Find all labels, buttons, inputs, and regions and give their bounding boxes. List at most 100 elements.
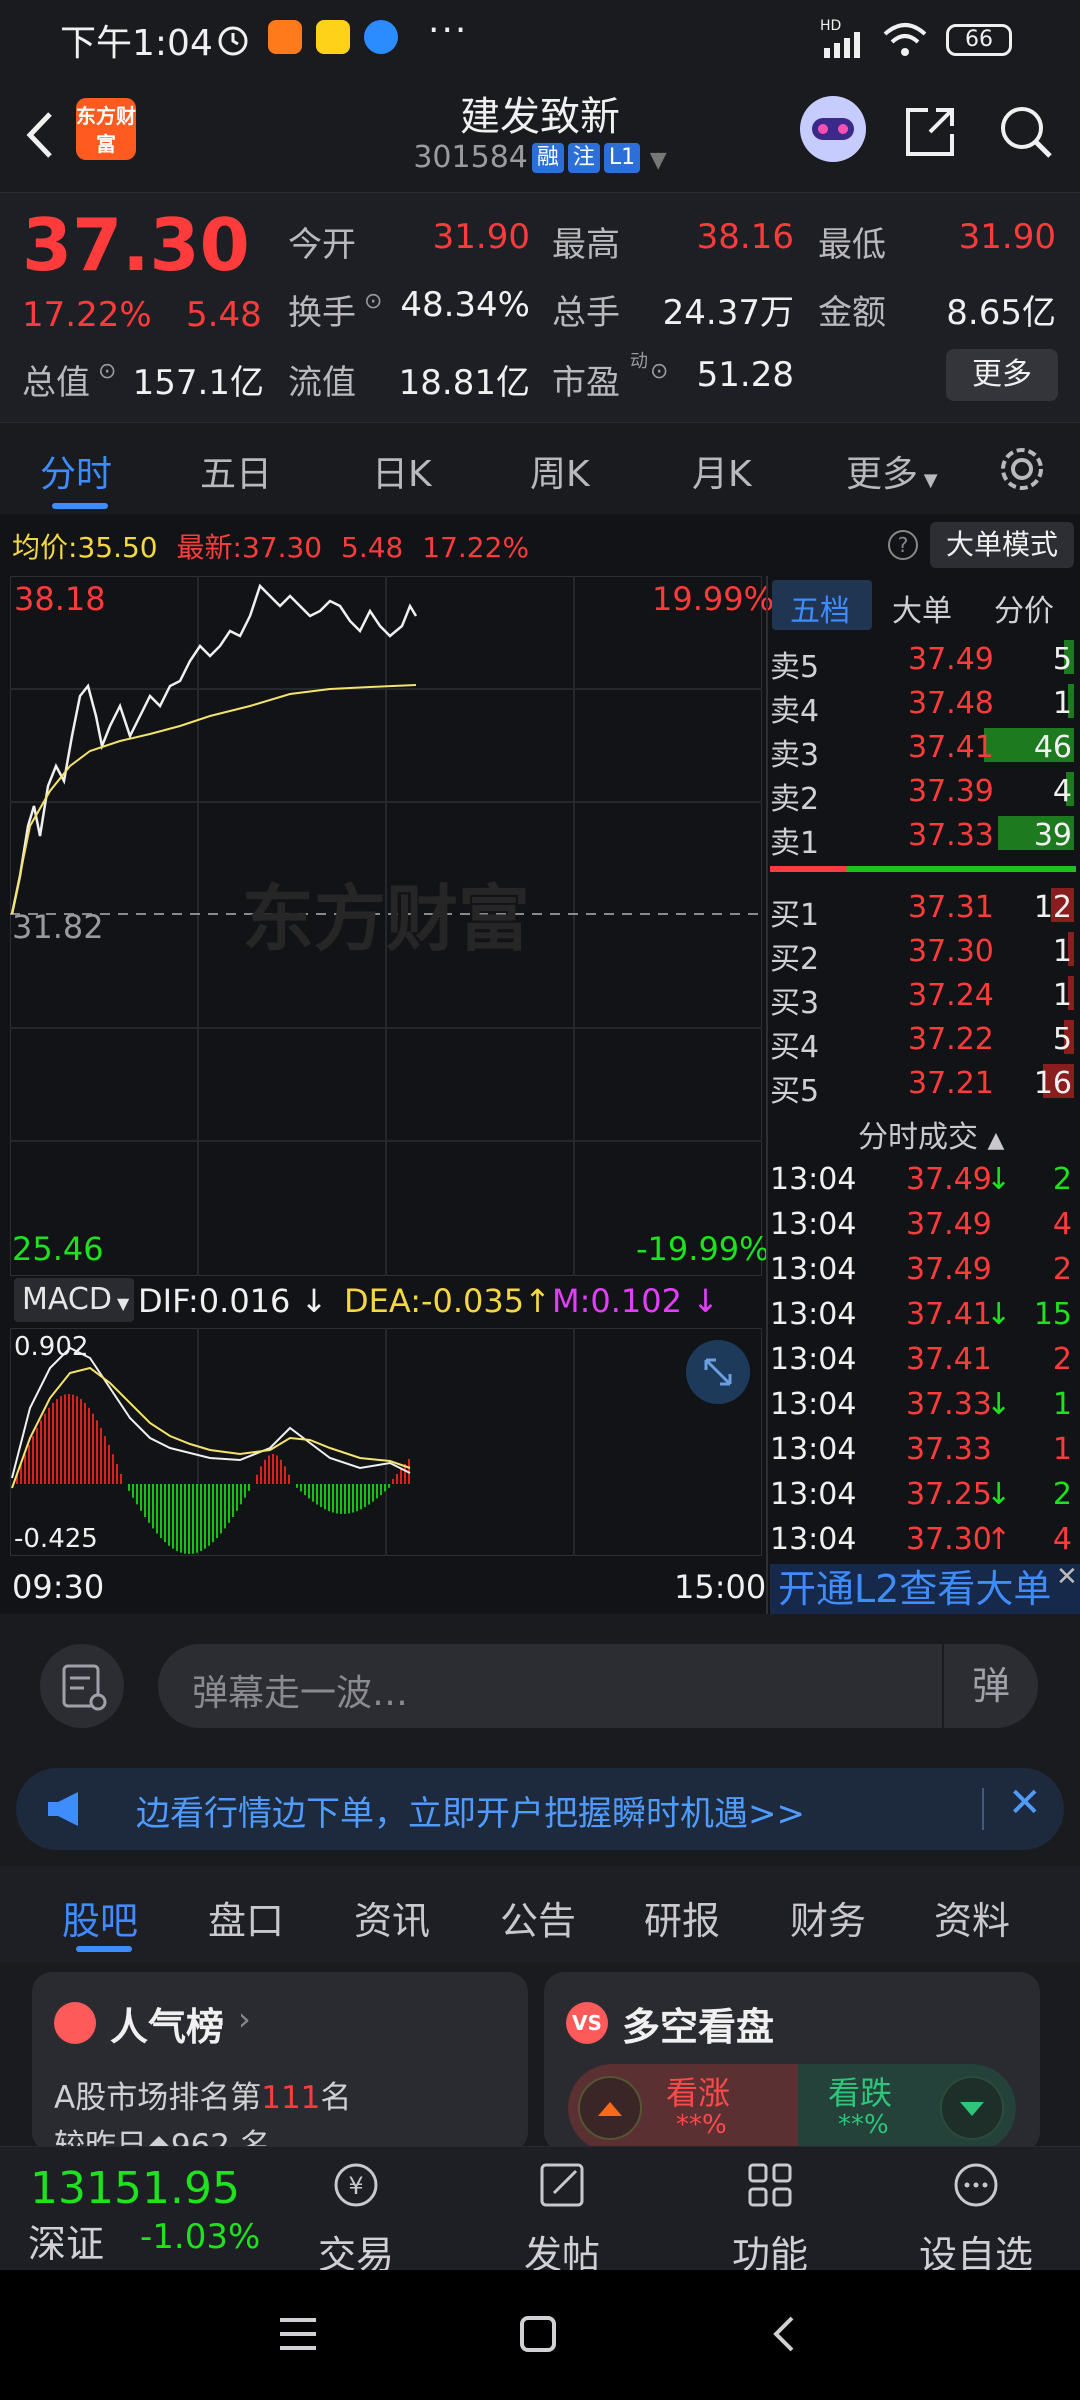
close-icon[interactable]: ✕ xyxy=(1056,1562,1078,1592)
info-icon[interactable]: ⊙ xyxy=(650,359,668,384)
share-icon[interactable] xyxy=(900,102,960,162)
macd-bar xyxy=(96,1420,98,1484)
close-icon[interactable]: ✕ xyxy=(1008,1780,1042,1826)
vote-bull-area[interactable]: 看涨 **% xyxy=(568,2064,798,2152)
rank-number: 111 xyxy=(261,2080,321,2116)
index-change: -1.03% xyxy=(140,2217,261,2257)
functions-button[interactable]: 功能 xyxy=(700,2155,840,2279)
search-icon[interactable] xyxy=(996,102,1056,162)
tab-daily-k[interactable]: 日K xyxy=(372,445,432,497)
danmu-toggle-icon[interactable]: 弹 xyxy=(942,1644,1038,1728)
bull-up-icon[interactable] xyxy=(578,2076,642,2140)
tab-weekly-k[interactable]: 周K xyxy=(530,445,590,497)
sell-level-row[interactable]: 卖1 37.33 39 xyxy=(768,814,1078,861)
tab-news[interactable]: 资讯 xyxy=(354,1890,430,1945)
trade-direction-icon: ↓ xyxy=(986,1477,1012,1512)
buy-level-row[interactable]: 买3 37.24 1 xyxy=(768,974,1078,1021)
time-start: 09:30 xyxy=(12,1568,105,1606)
expand-icon[interactable] xyxy=(686,1340,750,1404)
trade-row: 13:04 37.30 ↑ 4 xyxy=(768,1518,1078,1562)
alarm-icon xyxy=(218,26,248,56)
trades-title[interactable]: 分时成交 ▲ xyxy=(858,1112,1004,1156)
macd-bar xyxy=(148,1484,150,1523)
tab-profile[interactable]: 资料 xyxy=(934,1890,1010,1945)
bull-bear-card[interactable]: VS 多空看盘 看涨 **% 看跌 **% xyxy=(544,1972,1040,2152)
tab-five-day[interactable]: 五日 xyxy=(200,445,272,497)
tab-announcements[interactable]: 公告 xyxy=(500,1890,576,1945)
trade-time: 13:04 xyxy=(770,1162,857,1197)
menu-icon[interactable] xyxy=(276,2314,320,2354)
system-nav-bar xyxy=(0,2270,1080,2400)
settings-gear-icon[interactable] xyxy=(996,443,1048,495)
promo-banner[interactable]: 边看行情边下单，立即开户把握瞬时机遇>> ✕ xyxy=(16,1768,1064,1850)
tab-more[interactable]: 更多 ▼ xyxy=(846,445,938,497)
danmu-list-icon[interactable] xyxy=(40,1644,124,1728)
buy-level-row[interactable]: 买5 37.21 16 xyxy=(768,1062,1078,1109)
macd-bar xyxy=(352,1484,354,1513)
back-nav-icon[interactable] xyxy=(764,2312,804,2356)
grid-icon xyxy=(748,2163,792,2207)
danmu-input[interactable]: 弹幕走一波… 弹 xyxy=(158,1644,1038,1728)
info-icon[interactable]: ⊙ xyxy=(364,289,382,314)
vote-bear-area[interactable]: 看跌 **% xyxy=(798,2064,1016,2152)
m-value: M:0.102 ↓ xyxy=(552,1282,719,1320)
trade-price: 37.30 xyxy=(906,1522,992,1557)
buy-level-volume: 1 xyxy=(1052,978,1072,1013)
chart-area[interactable]: 均价:35.50 最新:37.30 5.48 17.22% ? 大单模式 东方财… xyxy=(0,514,1080,1616)
add-watchlist-button[interactable]: 设自选 xyxy=(906,2155,1046,2279)
tab-handicap[interactable]: 盘口 xyxy=(208,1890,284,1945)
buy-level-row[interactable]: 买2 37.30 1 xyxy=(768,930,1078,977)
tab-research[interactable]: 研报 xyxy=(644,1890,720,1945)
macd-selector[interactable]: MACD ▼ xyxy=(14,1278,134,1322)
macd-bar xyxy=(316,1484,318,1505)
popularity-card[interactable]: 人气榜 › A股市场排名第111名 较昨日◆962 名 xyxy=(32,1972,528,2152)
macd-bar xyxy=(324,1484,326,1510)
macd-chart[interactable] xyxy=(10,1328,762,1556)
big-order-mode-button[interactable]: 大单模式 xyxy=(930,522,1074,568)
dif-line xyxy=(11,1346,411,1479)
ob-tab-price-dist[interactable]: 分价 xyxy=(994,586,1054,630)
macd-bar xyxy=(256,1474,258,1484)
sell-level-row[interactable]: 卖5 37.49 5 xyxy=(768,638,1078,685)
trade-volume: 15 xyxy=(1033,1297,1072,1332)
tab-monthly-k[interactable]: 月K xyxy=(692,445,752,497)
macd-bar xyxy=(40,1420,42,1484)
buy-level-row[interactable]: 买1 37.31 12 xyxy=(768,886,1078,933)
sell-level-row[interactable]: 卖3 37.41 46 xyxy=(768,726,1078,773)
chevron-down-icon: ▼ xyxy=(111,1294,130,1313)
tab-forum[interactable]: 股吧 xyxy=(62,1890,138,1945)
macd-bar xyxy=(376,1484,378,1499)
bear-down-icon[interactable] xyxy=(940,2076,1004,2140)
buy-level-row[interactable]: 买4 37.22 5 xyxy=(768,1018,1078,1065)
sell-level-volume: 5 xyxy=(1052,642,1072,677)
macd-bar xyxy=(120,1473,122,1484)
help-icon[interactable]: ? xyxy=(888,530,918,560)
stock-header: 东方财富 建发致新 301584 融注 L1 ▼ xyxy=(0,80,1080,192)
macd-bar xyxy=(196,1484,198,1553)
status-time: 下午1:04 xyxy=(60,23,213,64)
macd-bar xyxy=(212,1484,214,1543)
tab-finance[interactable]: 财务 xyxy=(790,1890,866,1945)
index-value[interactable]: 13151.95 xyxy=(30,2163,240,2214)
home-icon[interactable] xyxy=(516,2312,560,2356)
l2-upgrade-banner[interactable]: 开通L2查看大单 xyxy=(770,1564,1080,1614)
ob-tab-big-orders[interactable]: 大单 xyxy=(892,586,952,630)
change-amount: 5.48 xyxy=(186,295,262,335)
robot-assistant-icon[interactable] xyxy=(800,96,866,162)
sell-level-row[interactable]: 卖2 37.39 4 xyxy=(768,770,1078,817)
sell-level-row[interactable]: 卖4 37.48 1 xyxy=(768,682,1078,729)
post-button[interactable]: 发帖 xyxy=(492,2155,632,2279)
app-notification-icon xyxy=(268,20,302,54)
market-cap-label: 总值 xyxy=(22,363,90,403)
intraday-price-chart[interactable]: 东方财富 xyxy=(10,576,762,1276)
dif-text: DIF:0.016 xyxy=(138,1282,291,1320)
info-icon[interactable]: ⊙ xyxy=(98,359,116,384)
trade-time: 13:04 xyxy=(770,1522,857,1557)
more-quote-button[interactable]: 更多 xyxy=(946,349,1058,401)
buy-level-price: 37.24 xyxy=(908,978,994,1013)
ob-tab-five-levels[interactable]: 五档 xyxy=(790,586,850,630)
buy-level-label: 买1 xyxy=(770,898,820,933)
tab-intraday[interactable]: 分时 xyxy=(40,445,112,497)
amount-value: 8.65亿 xyxy=(946,293,1056,333)
trade-button[interactable]: ¥ 交易 xyxy=(286,2155,426,2279)
